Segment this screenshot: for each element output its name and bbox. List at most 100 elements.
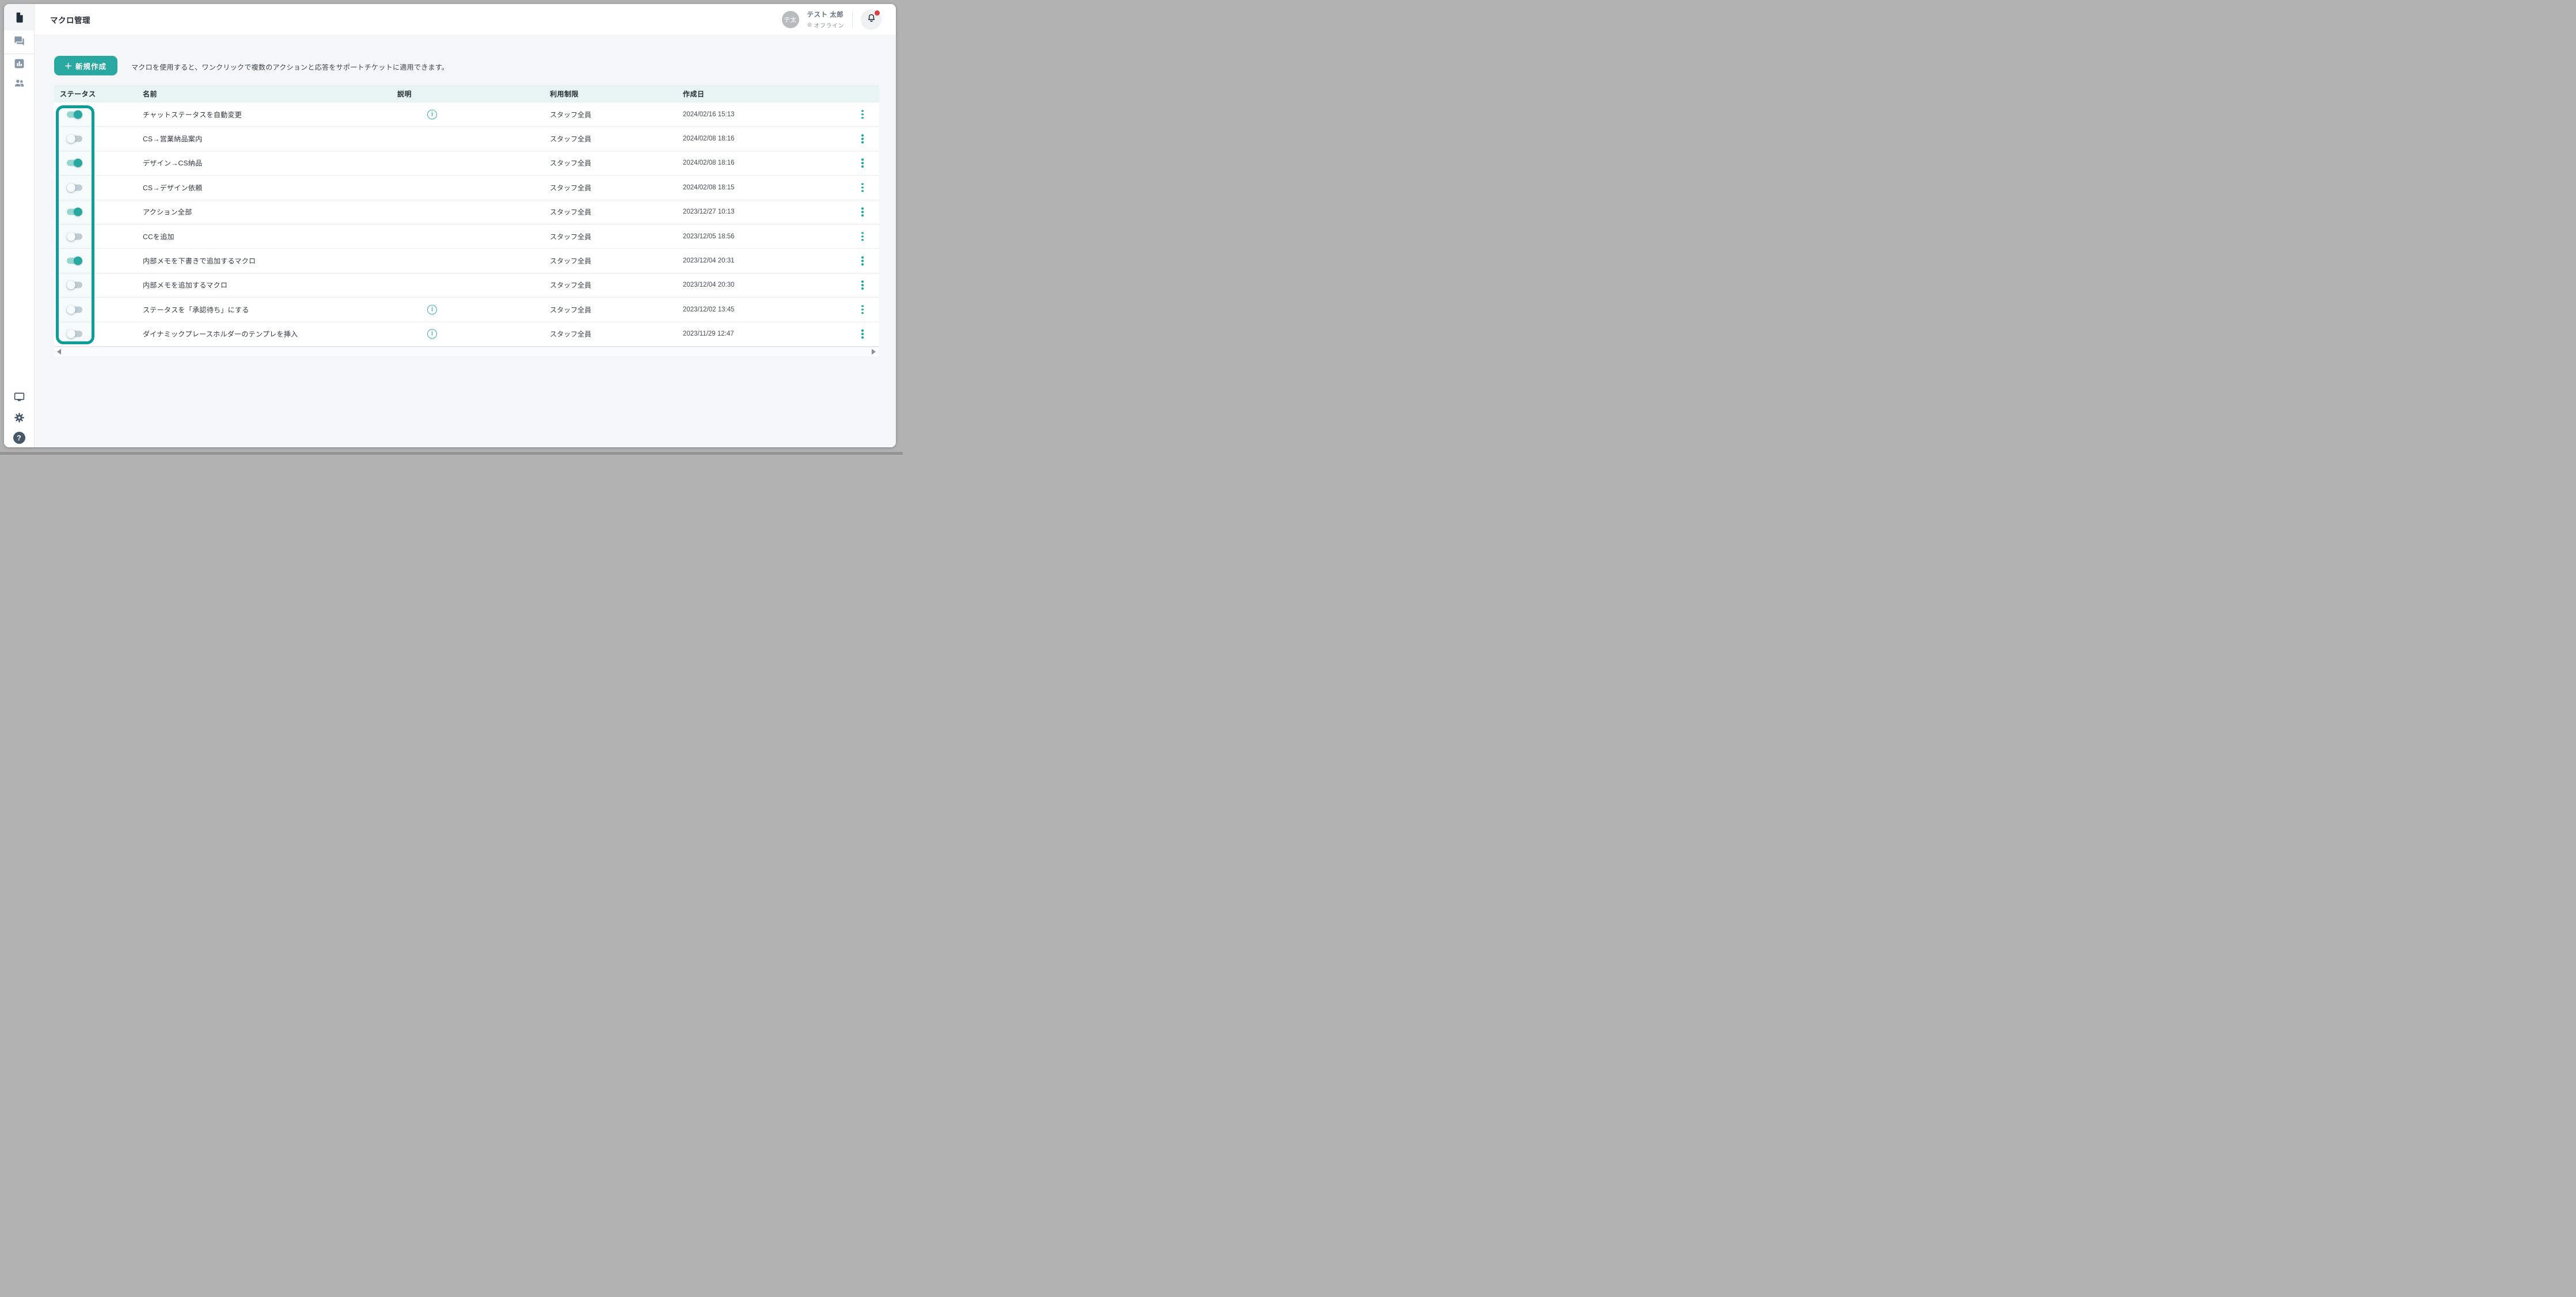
- row-menu-button[interactable]: [859, 303, 866, 317]
- create-macro-button[interactable]: 新規作成: [54, 56, 117, 75]
- row-menu-button[interactable]: [859, 254, 866, 268]
- create-macro-label: 新規作成: [75, 60, 107, 71]
- table-row: 内部メモを追加するマクロ スタッフ全員 2023/12/04 20:30: [54, 273, 879, 298]
- scroll-left-icon[interactable]: [57, 349, 61, 355]
- status-toggle[interactable]: [67, 257, 82, 265]
- status-toggle[interactable]: [67, 159, 82, 168]
- macro-name: ダイナミックプレースホルダーのテンプレを挿入: [143, 329, 298, 339]
- table-row: CCを追加スタッフ全員2023/12/05 18:56: [54, 225, 879, 249]
- restriction-label: スタッフ全員: [550, 305, 591, 314]
- sidebar-item-devices[interactable]: [4, 385, 34, 408]
- table-header: ステータス名前説明利用制限作成日: [54, 85, 879, 102]
- sidebar-item-users[interactable]: [4, 71, 34, 94]
- restriction-label: スタッフ全員: [550, 329, 591, 339]
- toggle-knob: [67, 281, 75, 290]
- macro-name: チャットステータスを自動変更: [143, 109, 242, 119]
- toggle-knob: [67, 305, 75, 314]
- info-icon[interactable]: i: [427, 329, 437, 339]
- status-toggle[interactable]: [67, 330, 82, 338]
- created-date: 2023/12/04 20:30: [683, 282, 735, 288]
- created-date: 2024/02/08 18:15: [683, 184, 735, 191]
- restriction-label: スタッフ全員: [550, 231, 591, 241]
- macro-name: デザイン→CS納品: [143, 158, 202, 168]
- macro-name: アクション全部: [143, 207, 192, 217]
- row-menu-button[interactable]: [859, 132, 866, 146]
- column-header: 利用制限: [550, 89, 579, 99]
- row-menu-button[interactable]: [859, 181, 866, 195]
- table-row: CS→デザイン依頼 スタッフ全員 2024/02/08 18:15: [54, 176, 879, 200]
- status-toggle[interactable]: [67, 135, 82, 143]
- status-toggle[interactable]: [67, 232, 82, 241]
- offline-status-dot: [807, 22, 812, 27]
- chat-icon: [13, 35, 25, 47]
- row-menu-button[interactable]: [859, 327, 866, 341]
- row-menu-button[interactable]: [859, 157, 866, 170]
- horizontal-scrollbar: [54, 347, 879, 356]
- avatar[interactable]: テ太: [782, 11, 799, 28]
- info-icon[interactable]: i: [427, 109, 437, 119]
- row-menu-button[interactable]: [859, 230, 866, 244]
- restriction-label: スタッフ全員: [550, 158, 591, 168]
- bar-chart-icon: [13, 58, 25, 70]
- table-row: 内部メモを下書きで追加するマクロスタッフ全員2023/12/04 20:31: [54, 249, 879, 273]
- main-content: 新規作成 マクロを使用すると、ワンクリックで複数のアクションと応答をサポートチケ…: [35, 35, 896, 447]
- column-header: 作成日: [683, 89, 705, 99]
- column-header: ステータス: [60, 89, 96, 99]
- user-name: テスト 太郎: [807, 10, 845, 19]
- restriction-label: スタッフ全員: [550, 182, 591, 192]
- created-date: 2023/11/29 12:47: [683, 330, 734, 337]
- toggle-knob: [74, 110, 82, 119]
- gear-icon: [13, 412, 25, 424]
- document-icon: [13, 12, 25, 24]
- sidebar-item-settings[interactable]: [4, 406, 34, 429]
- people-icon: [13, 77, 25, 89]
- status-toggle[interactable]: [67, 281, 82, 290]
- macro-name: 内部メモを追加するマクロ: [143, 280, 227, 290]
- sidebar-item-chat[interactable]: [4, 29, 34, 52]
- status-toggle[interactable]: [67, 305, 82, 314]
- macro-name: CS→デザイン依頼: [143, 182, 202, 192]
- user-status: オフライン: [807, 21, 845, 29]
- info-icon[interactable]: i: [427, 305, 437, 314]
- sidebar-item-macros[interactable]: [4, 4, 34, 31]
- macro-name: ステータスを「承認待ち」にする: [143, 305, 249, 314]
- table-row: ダイナミックプレースホルダーのテンプレを挿入 i スタッフ全員 2023/11/29 …: [54, 322, 879, 347]
- scroll-right-icon[interactable]: [872, 349, 876, 355]
- toggle-knob: [67, 232, 75, 241]
- window-bottom-shadow: [0, 452, 903, 455]
- toggle-knob: [74, 257, 82, 265]
- page-title: マクロ管理: [50, 14, 90, 25]
- column-header: 名前: [143, 89, 157, 99]
- macro-name: CS→営業納品案内: [143, 134, 202, 144]
- created-date: 2024/02/16 15:13: [683, 111, 735, 118]
- user-zone: テ太 テスト 太郎 オフライン: [782, 4, 896, 35]
- row-menu-button[interactable]: [859, 279, 866, 292]
- status-toggle[interactable]: [67, 183, 82, 192]
- help-icon: ?: [13, 432, 25, 444]
- created-date: 2023/12/04 20:31: [683, 257, 735, 264]
- toggle-knob: [67, 183, 75, 192]
- created-date: 2024/02/08 18:16: [683, 135, 735, 142]
- table-row: チャットステータスを自動変更 i スタッフ全員 2024/02/16 15:13: [54, 102, 879, 127]
- toggle-knob: [67, 330, 75, 338]
- restriction-label: スタッフ全員: [550, 109, 591, 119]
- toggle-knob: [74, 208, 82, 216]
- status-toggle[interactable]: [67, 208, 82, 216]
- toggle-knob: [67, 135, 75, 143]
- unread-badge: [875, 10, 880, 16]
- restriction-label: スタッフ全員: [550, 207, 591, 217]
- restriction-label: スタッフ全員: [550, 280, 591, 290]
- sidebar-item-help[interactable]: ?: [4, 426, 34, 447]
- row-menu-button[interactable]: [859, 206, 866, 219]
- row-menu-button[interactable]: [859, 108, 866, 121]
- created-date: 2023/12/27 10:13: [683, 208, 735, 215]
- notification-button[interactable]: [861, 9, 882, 30]
- restriction-label: スタッフ全員: [550, 134, 591, 144]
- table-row: アクション全部 スタッフ全員 2023/12/27 10:13: [54, 200, 879, 225]
- macro-description: マクロを使用すると、ワンクリックで複数のアクションと応答をサポートチケットに適用…: [131, 62, 449, 72]
- plus-icon: [65, 63, 71, 69]
- status-toggle[interactable]: [67, 110, 82, 119]
- sidebar: ?: [4, 4, 35, 447]
- user-meta: テスト 太郎 オフライン: [807, 10, 845, 29]
- topbar: マクロ管理 テ太 テスト 太郎 オフライン: [35, 4, 896, 35]
